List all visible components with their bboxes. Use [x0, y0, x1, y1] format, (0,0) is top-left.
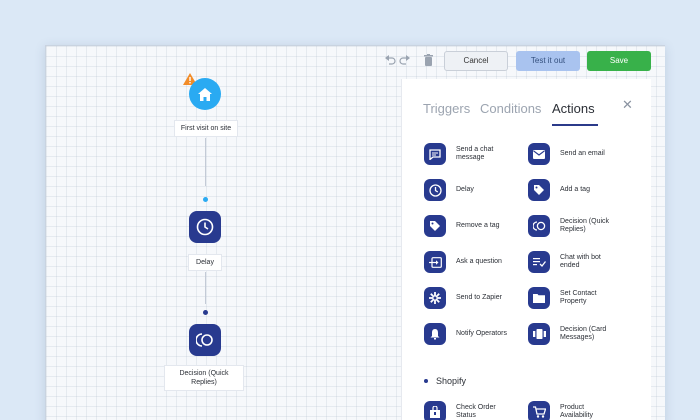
undo-icon[interactable] [385, 55, 396, 67]
decision-icon [528, 215, 550, 237]
delay-node[interactable] [189, 211, 221, 243]
question-icon [424, 251, 446, 273]
connector-dot [203, 310, 208, 315]
delay-node-label: Delay [188, 254, 222, 271]
zapier-icon [424, 287, 446, 309]
trash-icon[interactable] [424, 54, 433, 68]
flow-editor-window: Cancel Test it out Save First visit on s… [45, 45, 665, 420]
close-icon[interactable]: ✕ [622, 97, 633, 113]
start-node[interactable] [189, 78, 221, 110]
connector-line [205, 138, 206, 186]
home-icon [198, 87, 212, 101]
action-set-contact-property[interactable]: Set Contact Property [528, 287, 638, 313]
action-send-chat-message[interactable]: Send a chat message [424, 143, 534, 169]
action-decision-card-messages[interactable]: Decision (Card Messages) [528, 323, 638, 349]
tag-icon [528, 179, 550, 201]
order-status-icon [424, 401, 446, 420]
tag-remove-icon [424, 215, 446, 237]
chat-icon [424, 143, 446, 165]
folder-icon [528, 287, 550, 309]
actions-panel: Triggers Conditions Actions ✕ Send a cha… [401, 79, 651, 420]
email-icon [528, 143, 550, 165]
action-delay[interactable]: Delay [424, 179, 534, 205]
action-notify-operators[interactable]: Notify Operators [424, 323, 534, 349]
start-node-label: First visit on site [174, 120, 238, 137]
chat-bot-ended-icon [528, 251, 550, 273]
bell-icon [424, 323, 446, 345]
save-button[interactable]: Save [587, 51, 651, 71]
decision-node[interactable] [189, 324, 221, 356]
shopify-section-title: Shopify [424, 376, 466, 386]
redo-icon[interactable] [399, 55, 410, 67]
section-bullet [424, 379, 428, 383]
action-product-availability[interactable]: Product Availability [528, 401, 638, 420]
action-check-order-status[interactable]: Check Order Status [424, 401, 534, 420]
clock-icon [196, 218, 214, 236]
tab-triggers[interactable]: Triggers [423, 101, 470, 116]
connector-dot [203, 197, 208, 202]
action-add-tag[interactable]: Add a tag [528, 179, 638, 205]
action-chat-with-bot-ended[interactable]: Chat with bot ended [528, 251, 638, 277]
tab-actions[interactable]: Actions [552, 101, 595, 116]
decision-node-label: Decision (Quick Replies) [164, 365, 244, 391]
connector-line [205, 272, 206, 304]
action-send-to-zapier[interactable]: Send to Zapier [424, 287, 534, 313]
action-remove-tag[interactable]: Remove a tag [424, 215, 534, 241]
test-it-out-button[interactable]: Test it out [516, 51, 580, 71]
cart-icon [528, 401, 550, 420]
clock-icon [424, 179, 446, 201]
action-ask-question[interactable]: Ask a question [424, 251, 534, 277]
cancel-button[interactable]: Cancel [444, 51, 508, 71]
tab-conditions[interactable]: Conditions [480, 101, 541, 116]
active-tab-indicator [552, 124, 598, 126]
cards-icon [528, 323, 550, 345]
action-send-email[interactable]: Send an email [528, 143, 638, 169]
decision-icon [196, 333, 213, 347]
action-decision-quick-replies[interactable]: Decision (Quick Replies) [528, 215, 638, 241]
